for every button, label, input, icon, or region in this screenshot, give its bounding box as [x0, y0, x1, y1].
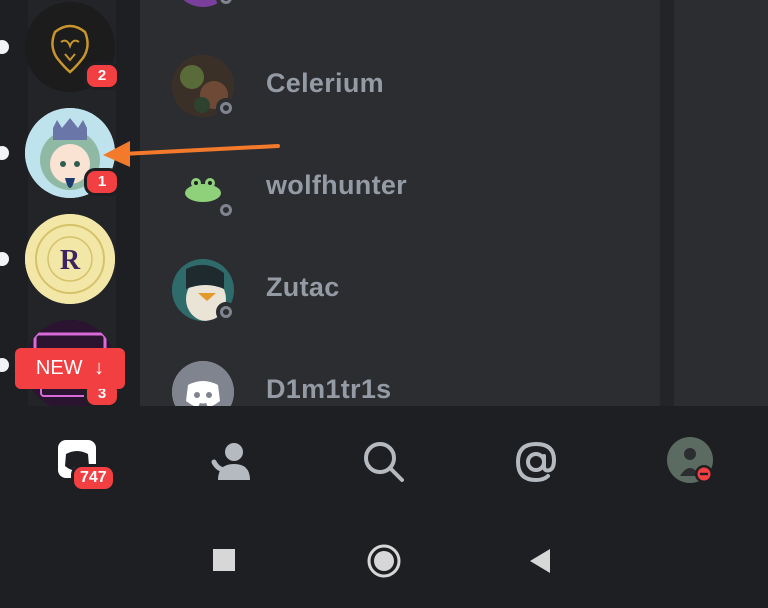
member-row[interactable]: D1m1tr1s — [140, 346, 660, 406]
r-coin-logo-icon: R — [25, 214, 115, 304]
member-name: Zutac — [266, 272, 340, 302]
member-row[interactable]: Zutac — [140, 244, 660, 334]
unread-pill — [0, 252, 9, 266]
discord-logo-icon — [172, 361, 234, 406]
profile-tab[interactable] — [664, 434, 720, 490]
friends-tab[interactable] — [204, 434, 260, 490]
home-circle-icon[interactable] — [366, 543, 402, 579]
unread-pill — [0, 40, 9, 54]
mentions-icon — [515, 441, 557, 483]
unread-pill — [0, 146, 9, 160]
profile-avatar — [667, 437, 713, 483]
bottom-nav-bar: 747 — [0, 406, 768, 516]
system-nav-bar — [0, 516, 768, 608]
member-row[interactable]: Celerium — [140, 40, 660, 130]
server-icon-r-coin[interactable]: R — [25, 214, 115, 304]
member-name: D1m1tr1s — [266, 374, 392, 404]
member-list: Celerium wolfhunter Zutac D1m1tr1s — [140, 0, 660, 406]
offline-status-icon — [216, 98, 236, 118]
home-unread-badge: 747 — [71, 464, 116, 492]
search-icon — [364, 442, 404, 482]
member-name: wolfhunter — [266, 170, 407, 200]
search-tab[interactable] — [356, 434, 412, 490]
server-rail: 2 1 R 3 NEW ↓ — [0, 0, 140, 406]
right-panel-edge — [674, 0, 768, 406]
member-row[interactable] — [140, 0, 660, 20]
recents-square-icon[interactable] — [212, 548, 236, 572]
member-name: Celerium — [266, 68, 384, 98]
offline-status-icon — [216, 200, 236, 220]
new-unreads-button[interactable]: NEW ↓ — [15, 348, 125, 389]
server-mention-badge: 1 — [84, 168, 120, 196]
member-avatar — [172, 361, 234, 406]
svg-text:R: R — [60, 245, 81, 276]
unread-pill — [0, 358, 9, 372]
panel-divider — [660, 0, 674, 406]
friends-icon — [211, 443, 250, 480]
offline-status-icon — [216, 302, 236, 322]
mentions-tab[interactable] — [508, 434, 564, 490]
arrow-down-icon: ↓ — [94, 357, 105, 379]
back-triangle-icon[interactable] — [528, 548, 552, 574]
offline-status-icon — [216, 0, 236, 8]
member-row[interactable]: wolfhunter — [140, 142, 660, 232]
server-mention-badge: 2 — [84, 62, 120, 90]
new-label: NEW — [35, 357, 83, 379]
